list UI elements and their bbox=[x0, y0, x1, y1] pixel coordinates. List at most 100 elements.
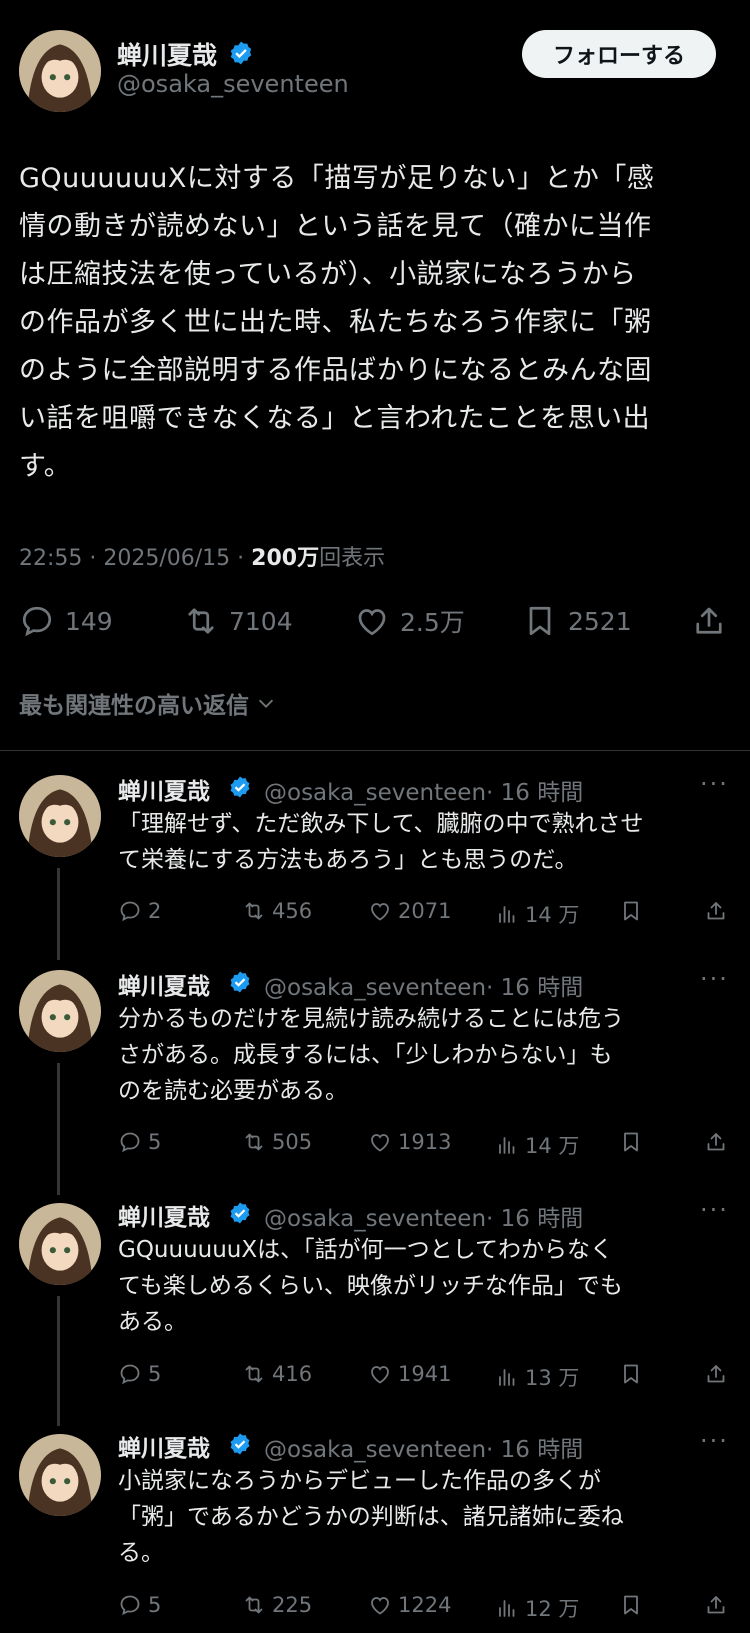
verified-badge-icon bbox=[230, 971, 250, 993]
reply-count: 5 bbox=[148, 1130, 162, 1154]
verified-badge-icon bbox=[230, 1202, 250, 1224]
views-button[interactable]: 13 万 bbox=[495, 1362, 579, 1392]
view-count: 14 万 bbox=[525, 903, 580, 927]
reply-text-line: 分かるものだけを見続け読み続けることには危う bbox=[118, 1006, 624, 1032]
reply-handle[interactable]: @osaka_seventeen bbox=[264, 1437, 486, 1463]
like-button[interactable]: 1913 bbox=[368, 1130, 451, 1154]
repost-count: 416 bbox=[272, 1362, 313, 1386]
bookmark-count: 2521 bbox=[568, 606, 632, 636]
reply-author-name[interactable]: 蝉川夏哉 bbox=[118, 772, 210, 806]
verified-badge-icon bbox=[230, 41, 252, 65]
analytics-icon bbox=[499, 1137, 515, 1154]
reply-text-line: さがある。成長するには、「少しわからない」も bbox=[118, 1042, 613, 1068]
reply-text-line: GQuuuuuuXは、「話が何一つとしてわからなく bbox=[118, 1237, 613, 1263]
reply-author-name[interactable]: 蝉川夏哉 bbox=[118, 1198, 210, 1232]
post-text-line: の作品が多く世に出た時、私たちなろう作家に「粥 bbox=[19, 307, 652, 338]
reply-button[interactable]: 5 bbox=[118, 1593, 161, 1617]
bookmark-button[interactable] bbox=[619, 899, 643, 927]
reply-handle[interactable]: @osaka_seventeen bbox=[264, 780, 486, 806]
like-button[interactable]: 2.5万 bbox=[354, 603, 465, 639]
author-handle[interactable]: @osaka_seventeen bbox=[117, 70, 349, 98]
repost-icon bbox=[188, 608, 214, 634]
reply-handle[interactable]: @osaka_seventeen bbox=[264, 1206, 486, 1232]
analytics-icon bbox=[499, 906, 515, 923]
reply-avatar[interactable] bbox=[19, 1203, 101, 1285]
repost-button[interactable]: 416 bbox=[242, 1362, 312, 1386]
post-text: GQuuuuuuXに対する「描写が足りない」とか「感 情の動きが読めない」という… bbox=[19, 155, 719, 491]
reply-avatar[interactable] bbox=[19, 1434, 101, 1516]
reply-button[interactable]: 5 bbox=[118, 1130, 161, 1154]
reply-text: 分かるものだけを見続け読み続けることには危う さがある。成長するには、「少しわか… bbox=[118, 1001, 728, 1109]
reply-author-name[interactable]: 蝉川夏哉 bbox=[118, 967, 210, 1001]
more-options-icon[interactable]: ··· bbox=[700, 770, 729, 798]
reply-text-line: 「粥」であるかどうかの判断は、諸兄諸姉に委ね bbox=[118, 1504, 624, 1530]
reply-author-name[interactable]: 蝉川夏哉 bbox=[118, 1429, 210, 1463]
share-button[interactable] bbox=[704, 1362, 728, 1390]
repost-count: 7104 bbox=[229, 606, 293, 636]
reply-button[interactable]: 2 bbox=[118, 899, 161, 923]
reply-count: 5 bbox=[148, 1362, 162, 1386]
like-button[interactable]: 1224 bbox=[368, 1593, 451, 1617]
divider bbox=[0, 750, 750, 751]
views-button[interactable]: 14 万 bbox=[495, 899, 579, 929]
repost-count: 505 bbox=[272, 1130, 313, 1154]
author-avatar[interactable] bbox=[19, 30, 101, 112]
repost-button[interactable]: 225 bbox=[242, 1593, 312, 1617]
reply-time[interactable]: · 16 時間 bbox=[486, 780, 583, 806]
bookmark-button[interactable] bbox=[619, 1362, 643, 1390]
heart-icon bbox=[371, 1366, 389, 1384]
post-text-line: は圧縮技法を使っているが）、小説家になろうから bbox=[19, 259, 637, 290]
repost-button[interactable]: 505 bbox=[242, 1130, 312, 1154]
reply-text-line: ても楽しめるくらい、映像がリッチな作品」でも bbox=[118, 1273, 623, 1299]
bookmark-button[interactable] bbox=[619, 1593, 643, 1621]
like-button[interactable]: 1941 bbox=[368, 1362, 451, 1386]
reply-time[interactable]: · 16 時間 bbox=[486, 975, 583, 1001]
reply-button[interactable]: 149 bbox=[19, 603, 113, 639]
view-count: 13 万 bbox=[525, 1366, 580, 1390]
repost-button[interactable]: 456 bbox=[242, 899, 312, 923]
reply-author-handle: @osaka_seventeen· 16 時間 bbox=[264, 1430, 583, 1464]
reply-button[interactable]: 5 bbox=[118, 1362, 161, 1386]
reply-icon bbox=[120, 1132, 140, 1153]
more-options-icon[interactable]: ··· bbox=[700, 965, 729, 993]
post-text-line: す。 bbox=[19, 451, 72, 482]
share-button[interactable] bbox=[704, 1130, 728, 1158]
reply-count: 5 bbox=[148, 1593, 162, 1617]
share-icon bbox=[707, 1365, 725, 1383]
author-name[interactable]: 蝉川夏哉 bbox=[117, 36, 217, 72]
reply-handle[interactable]: @osaka_seventeen bbox=[264, 975, 486, 1001]
repost-button[interactable]: 7104 bbox=[183, 603, 293, 639]
bookmark-icon bbox=[624, 1595, 638, 1615]
views-button[interactable]: 12 万 bbox=[495, 1593, 579, 1623]
reply-icon bbox=[120, 901, 140, 922]
thread-line bbox=[57, 1296, 60, 1426]
like-count: 1913 bbox=[398, 1130, 452, 1154]
share-icon bbox=[707, 902, 725, 920]
share-button[interactable] bbox=[691, 603, 727, 639]
bookmark-icon bbox=[624, 1364, 638, 1384]
bookmark-icon bbox=[529, 606, 551, 636]
bookmark-button[interactable] bbox=[619, 1130, 643, 1158]
repost-icon bbox=[245, 1133, 263, 1151]
reply-time[interactable]: · 16 時間 bbox=[486, 1437, 583, 1463]
post-view-count: 200万 bbox=[251, 546, 320, 571]
reply-sort-selector[interactable]: 最も関連性の高い返信 bbox=[19, 686, 277, 720]
chevron-down-icon bbox=[258, 699, 274, 708]
reply-icon bbox=[22, 606, 52, 637]
more-options-icon[interactable]: ··· bbox=[700, 1196, 729, 1224]
follow-button[interactable]: フォローする bbox=[522, 30, 716, 78]
reply-text-line: る。 bbox=[118, 1540, 164, 1566]
views-button[interactable]: 14 万 bbox=[495, 1130, 579, 1160]
reply-time[interactable]: · 16 時間 bbox=[486, 1206, 583, 1232]
post-meta: 22:55 · 2025/06/15 · 200万回表示 bbox=[19, 540, 385, 572]
share-button[interactable] bbox=[704, 899, 728, 927]
like-button[interactable]: 2071 bbox=[368, 899, 451, 923]
bookmark-button[interactable]: 2521 bbox=[522, 603, 632, 639]
heart-icon bbox=[371, 903, 389, 921]
share-button[interactable] bbox=[704, 1593, 728, 1621]
reply-avatar[interactable] bbox=[19, 970, 101, 1052]
post-timestamp[interactable]: 22:55 · 2025/06/15 · bbox=[19, 546, 251, 571]
reply-avatar[interactable] bbox=[19, 775, 101, 857]
reply-count: 2 bbox=[148, 899, 162, 923]
more-options-icon[interactable]: ··· bbox=[700, 1427, 729, 1455]
